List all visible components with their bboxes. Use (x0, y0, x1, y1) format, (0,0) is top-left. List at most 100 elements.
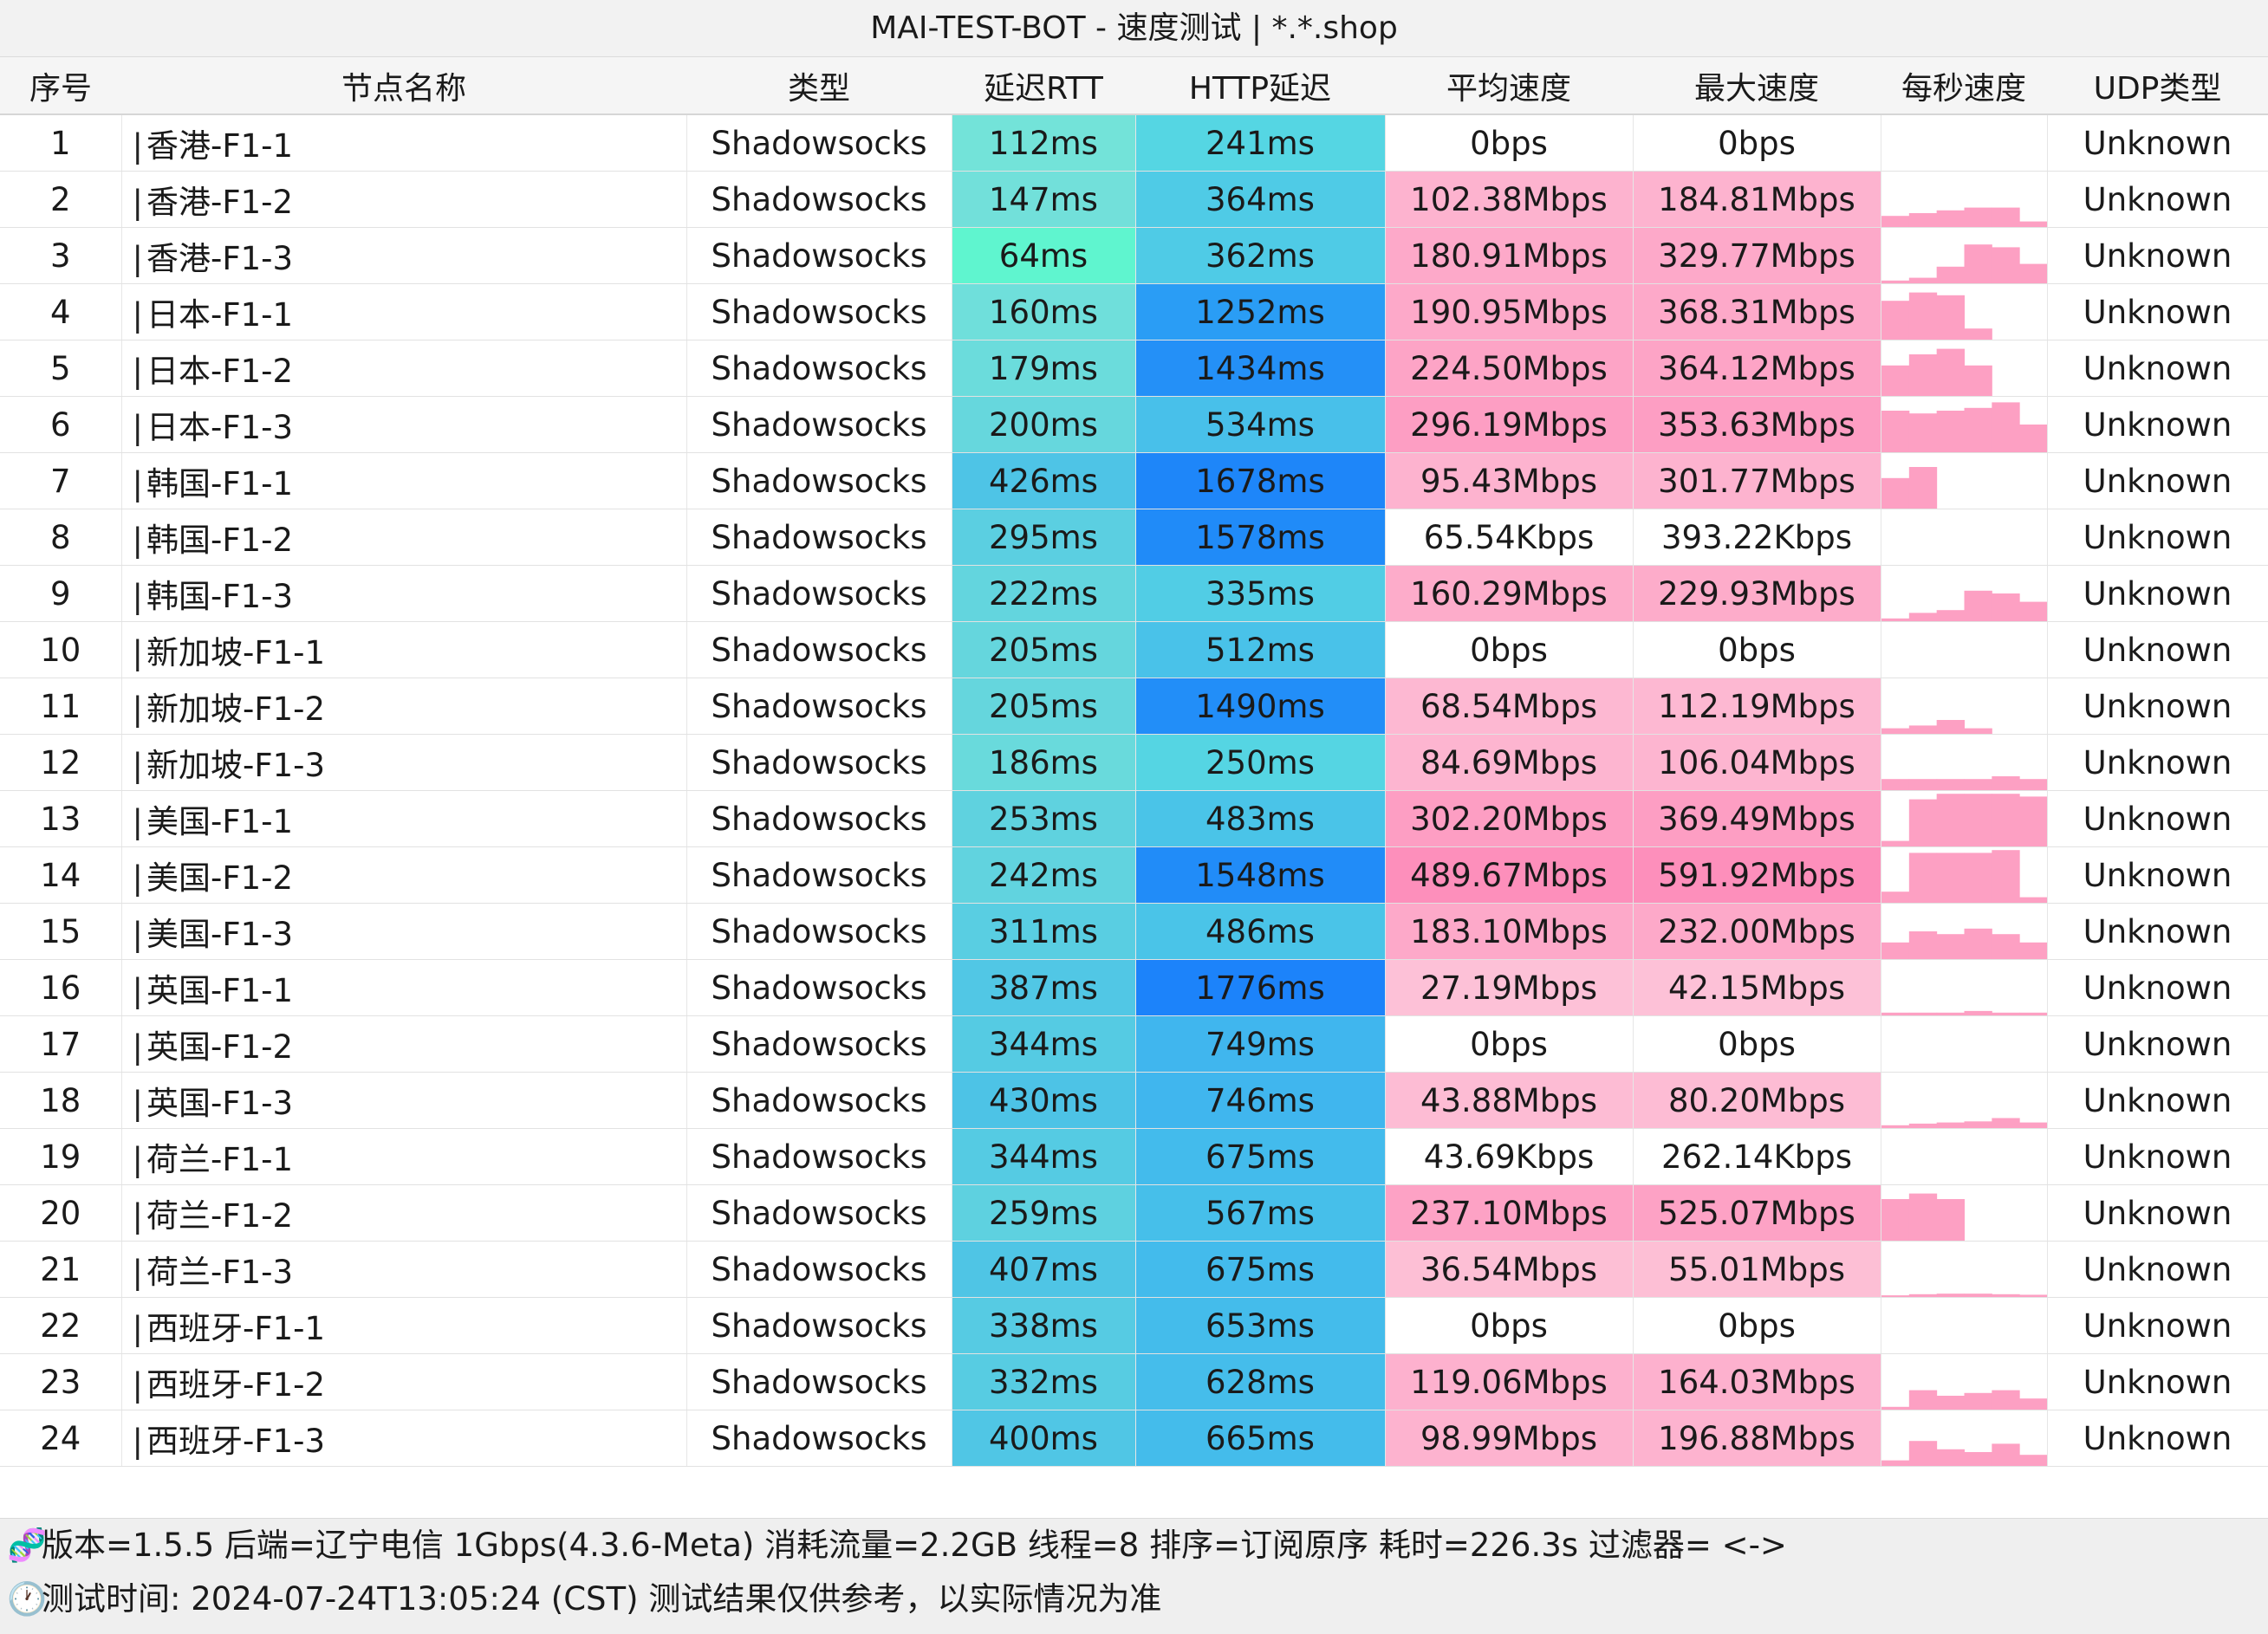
table-row[interactable]: 12 | 新加坡-F1-3 Shadowsocks 186ms 250ms 84.69Mbp… (0, 734, 2268, 791)
sparkline-bar (1964, 244, 1992, 283)
table-row[interactable]: 20 | 荷兰-F1-2 Shadowsocks 259ms 567ms 237.10Mbp… (0, 1184, 2268, 1242)
table-row[interactable]: 4 | 日本-F1-1 Shadowsocks 160ms 1252ms 190.95Mbp… (0, 283, 2268, 340)
cell-rtt: 147ms (952, 171, 1136, 228)
cell-http-latency: 1678ms (1135, 452, 1386, 509)
col-header-avg-speed[interactable]: 平均速度 (1385, 57, 1633, 115)
sparkline-bar (2018, 942, 2046, 959)
table-row[interactable]: 6 | 日本-F1-3 Shadowsocks 200ms 534ms 296.19Mbps… (0, 396, 2268, 453)
cell-udp-type: Unknown (2047, 565, 2268, 622)
speed-test-table: 序号 节点名称 类型 延迟RTT HTTP延迟 平均速度 最大速度 每秒速度 U… (0, 57, 2268, 1467)
cell-udp-type: Unknown (2047, 1128, 2268, 1185)
window-title: MAI-TEST-BOT - 速度测试 | *.*.shop (0, 0, 2268, 57)
cell-max-speed: 329.77Mbps (1633, 227, 1881, 284)
cell-node-name: | 西班牙-F1-2 (121, 1353, 687, 1410)
cell-http-latency: 534ms (1135, 396, 1386, 453)
cell-rtt: 179ms (952, 340, 1136, 397)
table-row[interactable]: 15 | 美国-F1-3 Shadowsocks 311ms 486ms 183.10Mbp… (0, 903, 2268, 960)
cell-http-latency: 675ms (1135, 1241, 1386, 1298)
cell-udp-type: Unknown (2047, 1072, 2268, 1129)
col-header-max-speed[interactable]: 最大速度 (1633, 57, 1881, 115)
cell-per-second-speed (1881, 903, 2048, 960)
sparkline-bar (1881, 728, 1909, 734)
table-row[interactable]: 19 | 荷兰-F1-1 Shadowsocks 344ms 675ms 43.69Kbps… (0, 1128, 2268, 1185)
table-row[interactable]: 9 | 韩国-F1-3 Shadowsocks 222ms 335ms 160.29Mbps… (0, 565, 2268, 622)
table-row[interactable]: 8 | 韩国-F1-2 Shadowsocks 295ms 1578ms 65.54Kbps… (0, 509, 2268, 566)
speed-sparkline (1881, 1016, 2047, 1072)
table-row[interactable]: 13 | 美国-F1-1 Shadowsocks 253ms 483ms 302.20Mbp… (0, 790, 2268, 847)
node-name-text: 美国-F1-3 (146, 916, 294, 953)
cell-http-latency: 746ms (1135, 1072, 1386, 1129)
table-row[interactable]: 2 | 香港-F1-2 Shadowsocks 147ms 364ms 102.38Mbps… (0, 171, 2268, 228)
table-row[interactable]: 22 | 西班牙-F1-1 Shadowsocks 338ms 653ms 0bps 0bps… (0, 1297, 2268, 1354)
table-row[interactable]: 18 | 英国-F1-3 Shadowsocks 430ms 746ms 43.88Mbps… (0, 1072, 2268, 1129)
cell-http-latency: 241ms (1135, 114, 1386, 172)
sparkline-bar (1964, 1452, 1992, 1466)
table-row[interactable]: 1 | 香港-F1-1 Shadowsocks 112ms 241ms 0bps 0bps Un… (0, 114, 2268, 172)
cell-type: Shadowsocks (686, 734, 952, 791)
node-name-text: 英国-F1-1 (146, 972, 294, 1009)
speed-sparkline (1881, 776, 2046, 790)
cell-avg-speed: 237.10Mbps (1385, 1184, 1634, 1242)
sparkline-bar (1908, 1441, 1937, 1466)
col-header-rtt[interactable]: 延迟RTT (952, 57, 1135, 115)
table-row[interactable]: 3 | 香港-F1-3 Shadowsocks 64ms 362ms 180.91Mbps 3… (0, 227, 2268, 284)
table-row[interactable]: 16 | 英国-F1-1 Shadowsocks 387ms 1776ms 27.19Mbp… (0, 959, 2268, 1016)
speed-sparkline (1881, 467, 1937, 509)
cell-rtt: 259ms (952, 1184, 1136, 1242)
col-header-udp-type[interactable]: UDP类型 (2047, 57, 2268, 115)
table-row[interactable]: 14 | 美国-F1-2 Shadowsocks 242ms 1548ms 489.67Mb… (0, 846, 2268, 904)
cell-max-speed: 0bps (1633, 1297, 1881, 1354)
sparkline-bar (1964, 928, 1992, 959)
cell-max-speed: 591.92Mbps (1633, 846, 1881, 904)
table-row[interactable]: 21 | 荷兰-F1-3 Shadowsocks 407ms 675ms 36.54Mbps… (0, 1241, 2268, 1298)
cell-index: 9 (0, 565, 122, 622)
footer-time-text: 测试时间: 2024-07-24T13:05:24 (CST) 测试结果仅供参考… (42, 1580, 1162, 1618)
sparkline-bar (1964, 1392, 1992, 1410)
cell-per-second-speed (1881, 509, 2048, 566)
cell-node-name: | 英国-F1-1 (121, 959, 687, 1016)
col-header-per-second-speed[interactable]: 每秒速度 (1881, 57, 2047, 115)
cell-http-latency: 1252ms (1135, 283, 1386, 340)
col-header-type[interactable]: 类型 (686, 57, 952, 115)
cell-udp-type: Unknown (2047, 1353, 2268, 1410)
cell-rtt: 426ms (952, 452, 1136, 509)
name-separator: | (132, 747, 143, 784)
cell-http-latency: 512ms (1135, 621, 1386, 678)
cell-index: 8 (0, 509, 122, 566)
table-row[interactable]: 11 | 新加坡-F1-2 Shadowsocks 205ms 1490ms 68.54Mb… (0, 678, 2268, 735)
table-row[interactable]: 5 | 日本-F1-2 Shadowsocks 179ms 1434ms 224.50Mbp… (0, 340, 2268, 397)
cell-http-latency: 362ms (1135, 227, 1386, 284)
cell-http-latency: 567ms (1135, 1184, 1386, 1242)
cell-type: Shadowsocks (686, 1297, 952, 1354)
sparkline-bar (1908, 277, 1937, 283)
cell-index: 16 (0, 959, 122, 1016)
name-separator: | (132, 1197, 143, 1235)
name-separator: | (132, 1366, 143, 1404)
cell-per-second-speed (1881, 1410, 2048, 1467)
cell-per-second-speed (1881, 1015, 2048, 1073)
speed-sparkline (1881, 348, 1992, 396)
cell-max-speed: 368.31Mbps (1633, 283, 1881, 340)
table-row[interactable]: 17 | 英国-F1-2 Shadowsocks 344ms 749ms 0bps 0bps U… (0, 1015, 2268, 1073)
table-row[interactable]: 10 | 新加坡-F1-1 Shadowsocks 205ms 512ms 0bps 0bps… (0, 621, 2268, 678)
cell-max-speed: 369.49Mbps (1633, 790, 1881, 847)
cell-udp-type: Unknown (2047, 1184, 2268, 1242)
cell-max-speed: 184.81Mbps (1633, 171, 1881, 228)
cell-max-speed: 80.20Mbps (1633, 1072, 1881, 1129)
cell-http-latency: 1776ms (1135, 959, 1386, 1016)
name-separator: | (132, 522, 143, 559)
sparkline-bar (1881, 411, 1909, 452)
speed-sparkline (1881, 402, 2046, 452)
name-separator: | (132, 1141, 143, 1178)
speed-sparkline (1881, 1010, 2046, 1015)
table-row[interactable]: 24 | 西班牙-F1-3 Shadowsocks 400ms 665ms 98.99Mbp… (0, 1410, 2268, 1467)
sparkline-bar (1936, 1294, 1965, 1297)
cell-index: 4 (0, 283, 122, 340)
col-header-http-latency[interactable]: HTTP延迟 (1135, 57, 1385, 115)
table-row[interactable]: 7 | 韩国-F1-1 Shadowsocks 426ms 1678ms 95.43Mbps… (0, 452, 2268, 509)
col-header-index[interactable]: 序号 (0, 57, 121, 115)
table-row[interactable]: 23 | 西班牙-F1-2 Shadowsocks 332ms 628ms 119.06Mb… (0, 1353, 2268, 1410)
cell-avg-speed: 84.69Mbps (1385, 734, 1634, 791)
col-header-node-name[interactable]: 节点名称 (121, 57, 686, 115)
cell-node-name: | 香港-F1-1 (121, 114, 687, 172)
